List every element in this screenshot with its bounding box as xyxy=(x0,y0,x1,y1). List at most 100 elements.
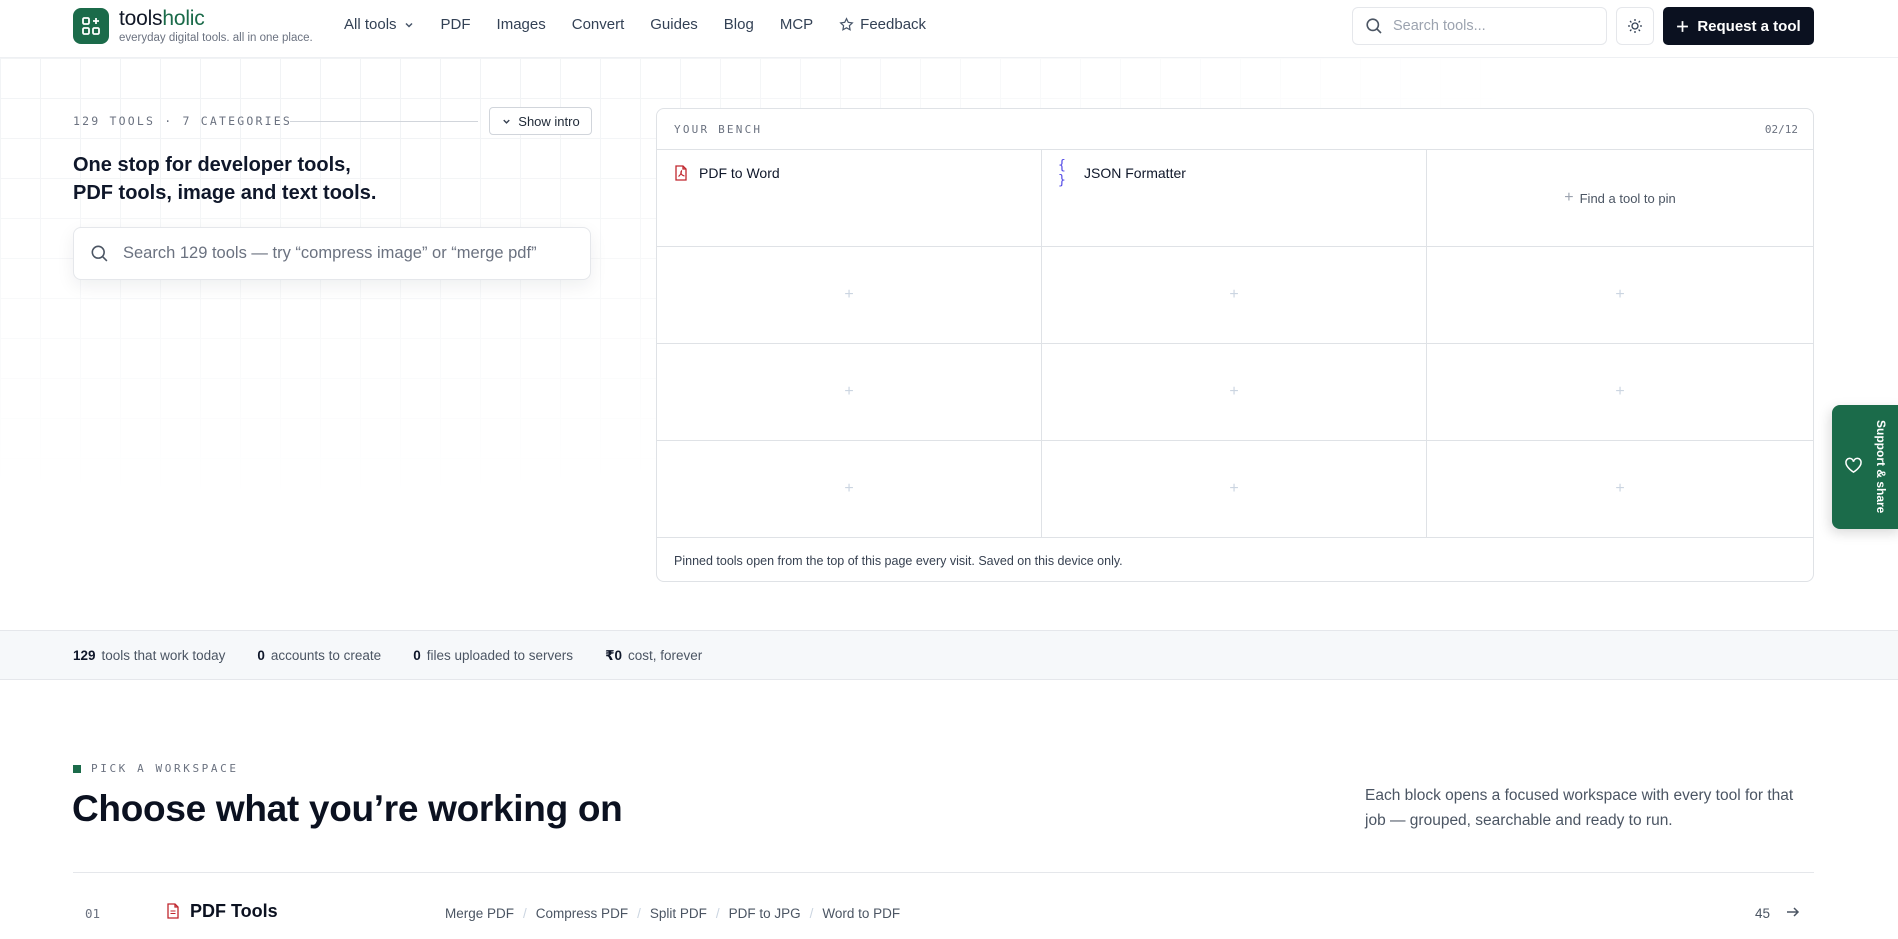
row-number: 01 xyxy=(85,906,101,921)
stat-label: files uploaded to servers xyxy=(426,648,574,663)
bench-empty-slot[interactable]: + xyxy=(1427,441,1813,538)
nav-feedback-label: Feedback xyxy=(860,16,927,33)
workspace-row-pdf-tools[interactable]: 01 PDF Tools Merge PDF / Compress PDF / Sp… xyxy=(0,900,1898,930)
bench-slot-json-formatter[interactable]: { } JSON Formatter xyxy=(1042,150,1427,247)
stats-bar: 129 tools that work today 0 accounts to cr… xyxy=(0,630,1898,680)
plus-icon: + xyxy=(1564,189,1574,206)
stat-item: ₹0 cost, forever xyxy=(605,648,702,664)
link-separator: / xyxy=(523,906,527,921)
main-nav: All tools PDF Images Convert Guides Blog… xyxy=(344,16,952,33)
arrow-right-icon[interactable] xyxy=(1785,905,1801,919)
top-header: toolsholic everyday digital tools. all i… xyxy=(0,0,1898,58)
find-tool-to-pin[interactable]: + Find a tool to pin xyxy=(1427,150,1813,247)
stat-value: 0 xyxy=(257,648,265,663)
row-tool-count: 45 xyxy=(1755,906,1771,921)
bench-title: YOUR BENCH xyxy=(674,123,763,136)
theme-toggle-button[interactable] xyxy=(1616,7,1654,45)
nav-all-tools-label: All tools xyxy=(344,16,397,33)
stat-value: 129 xyxy=(73,648,96,663)
stat-item: 0 files uploaded to servers xyxy=(413,648,573,664)
workspace-divider xyxy=(73,872,1814,873)
bench-slot-label: PDF to Word xyxy=(699,165,780,181)
find-tool-label: Find a tool to pin xyxy=(1579,190,1676,206)
nav-images[interactable]: Images xyxy=(497,16,546,33)
request-tool-label: Request a tool xyxy=(1697,17,1801,35)
plus-icon xyxy=(1677,20,1689,32)
bench-header: YOUR BENCH 02/12 xyxy=(657,109,1813,150)
stat-label: cost, forever xyxy=(627,648,703,663)
nav-feedback[interactable]: Feedback xyxy=(839,16,926,33)
nav-pdf[interactable]: PDF xyxy=(441,16,471,33)
tool-count-caption: 129 TOOLS · 7 CATEGORIES xyxy=(73,114,292,128)
bench-empty-slot[interactable]: + xyxy=(1042,441,1427,538)
bench-slot-label: JSON Formatter xyxy=(1084,165,1186,181)
tool-link-compress-pdf[interactable]: Compress PDF xyxy=(536,906,628,921)
stats-list: 129 tools that work today 0 accounts to cr… xyxy=(73,648,734,664)
bench-empty-slot[interactable]: + xyxy=(1042,247,1427,344)
headline-line-1: One stop for developer tools, xyxy=(73,154,351,176)
link-separator: / xyxy=(715,906,720,921)
workspace-description: Each block opens a focused workspace wit… xyxy=(1365,787,1794,829)
bench-footer-note: Pinned tools open from the top of this p… xyxy=(674,554,1123,568)
nav-convert[interactable]: Convert xyxy=(572,16,625,33)
chevron-down-icon xyxy=(405,22,413,28)
caption-divider xyxy=(290,121,478,122)
bench-empty-slot[interactable]: + xyxy=(657,344,1042,441)
search-icon xyxy=(91,245,108,262)
bench-empty-slot[interactable]: + xyxy=(1427,247,1813,344)
row-tool-links: Merge PDF / Compress PDF / Split PDF / PDF … xyxy=(445,906,900,921)
pdf-file-icon xyxy=(673,165,689,181)
nav-all-tools[interactable]: All tools xyxy=(344,16,415,33)
hero-search-placeholder: Search 129 tools — try “compress image” … xyxy=(123,244,537,262)
brand-part-2: holic xyxy=(162,7,205,30)
stat-item: 0 accounts to create xyxy=(257,648,381,664)
eyebrow-square-icon xyxy=(73,764,81,773)
nav-blog[interactable]: Blog xyxy=(724,16,754,33)
stat-value: ₹0 xyxy=(605,648,622,663)
bench-count: 02/12 xyxy=(1764,123,1798,136)
tool-link-pdf-to-jpg[interactable]: PDF to JPG xyxy=(729,906,801,921)
bench-empty-slot[interactable]: + xyxy=(657,247,1042,344)
nav-mcp[interactable]: MCP xyxy=(780,16,813,33)
logo[interactable] xyxy=(73,8,109,44)
braces-icon: { } xyxy=(1058,158,1066,188)
hero-search-input[interactable]: Search 129 tools — try “compress image” … xyxy=(73,227,591,280)
stat-label: accounts to create xyxy=(270,648,382,663)
star-icon xyxy=(839,17,854,31)
chevron-down-icon xyxy=(503,119,511,124)
nav-guides[interactable]: Guides xyxy=(650,16,698,33)
row-title: PDF Tools xyxy=(190,901,278,921)
show-intro-label: Show intro xyxy=(518,113,580,129)
stat-item: 129 tools that work today xyxy=(73,648,225,664)
workspace-eyebrow-label: PICK A WORKSPACE xyxy=(91,762,239,775)
brand-name[interactable]: toolsholic xyxy=(119,7,205,31)
header-search-input[interactable]: Search tools... xyxy=(1352,7,1607,45)
stat-value: 0 xyxy=(413,648,421,663)
show-intro-button[interactable]: Show intro xyxy=(489,107,592,135)
tool-link-word-to-pdf[interactable]: Word to PDF xyxy=(822,906,900,921)
bench-empty-slot[interactable]: + xyxy=(1042,344,1427,441)
tool-link-merge-pdf[interactable]: Merge PDF xyxy=(445,906,514,921)
search-icon xyxy=(1366,18,1382,34)
bench-slot-pdf-to-word[interactable]: PDF to Word xyxy=(657,150,1042,247)
bench-empty-slot[interactable]: + xyxy=(1427,344,1813,441)
bench-empty-slot[interactable]: + xyxy=(657,441,1042,538)
stat-label: tools that work today xyxy=(101,648,226,663)
link-separator: / xyxy=(809,906,814,921)
support-share-label: Support & share xyxy=(1874,420,1888,514)
sun-icon xyxy=(1628,19,1642,33)
support-share-tab[interactable]: Support & share xyxy=(1832,405,1898,529)
hero-headline: One stop for developer tools, PDF tools,… xyxy=(73,151,493,207)
link-separator: / xyxy=(637,906,641,921)
brand-tagline: everyday digital tools. all in one place… xyxy=(119,32,313,44)
workspace-eyebrow: PICK A WORKSPACE xyxy=(73,762,239,775)
request-tool-button[interactable]: Request a tool xyxy=(1663,7,1814,45)
headline-line-2: PDF tools, image and text tools. xyxy=(73,182,377,204)
header-search-placeholder: Search tools... xyxy=(1393,18,1486,34)
tool-link-split-pdf[interactable]: Split PDF xyxy=(650,906,707,921)
grid-plus-icon xyxy=(82,17,100,35)
bench-grid: PDF to Word { } JSON Formatter + Find a … xyxy=(657,150,1813,538)
pdf-file-icon xyxy=(167,903,179,919)
your-bench-panel: YOUR BENCH 02/12 PDF to Word { } JSON Fo… xyxy=(656,108,1814,582)
workspace-title: Choose what you’re working on xyxy=(72,788,623,829)
